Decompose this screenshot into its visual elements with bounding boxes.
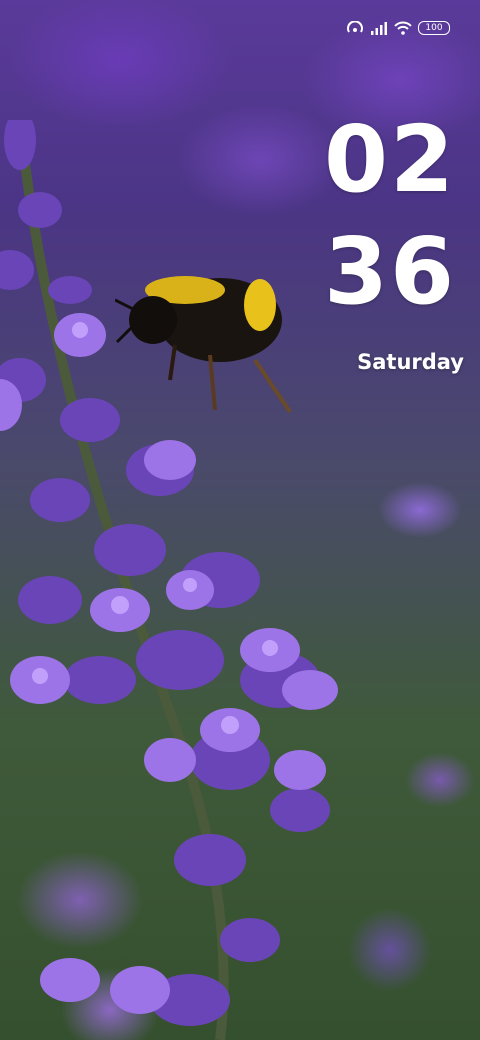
lock-screen: 100 02 36 Saturday [0,0,480,1040]
weekday-label: Saturday [357,350,464,374]
wifi-icon [394,21,412,35]
battery-icon: 100 [418,21,450,35]
signal-icon [370,21,388,35]
bee-illustration [115,276,292,414]
clock-minute: 36 [323,218,456,325]
status-bar: 100 [346,18,450,38]
clock-hour: 02 [323,106,456,213]
hotspot-icon [346,21,364,35]
lock-clock: 02 36 [324,108,456,324]
